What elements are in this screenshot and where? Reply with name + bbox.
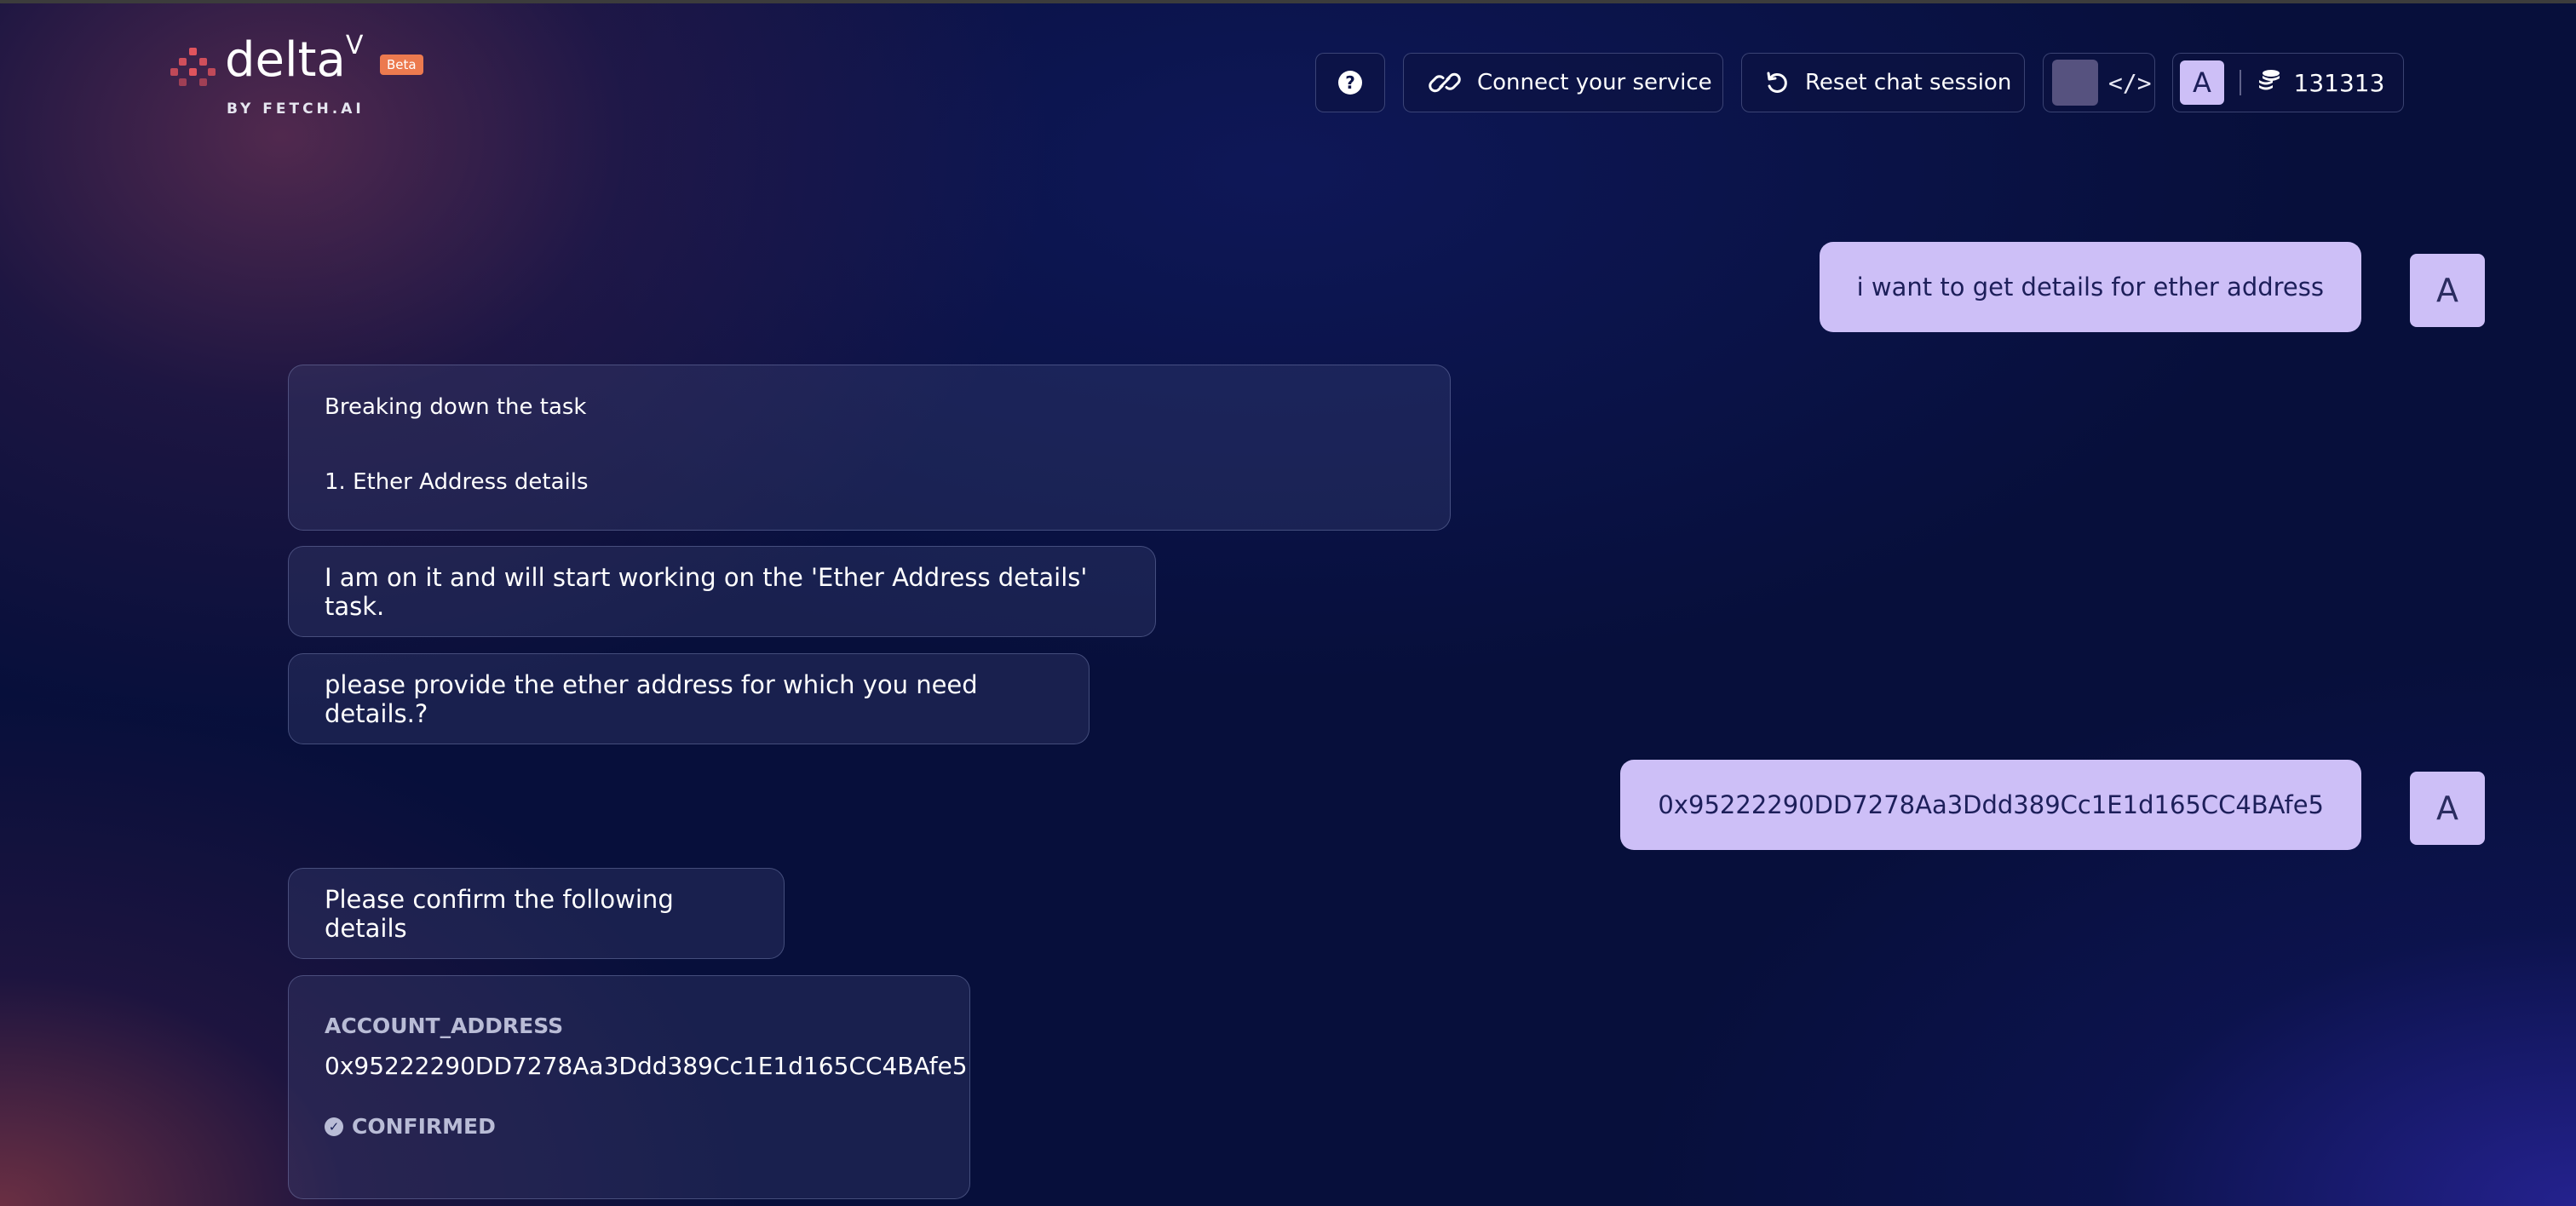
reset-chat-label: Reset chat session [1805, 70, 2012, 95]
agent-message: Please confirm the following details [288, 868, 785, 959]
account-credits-button[interactable]: A 131313 [2172, 53, 2404, 112]
user-message: 0x95222290DD7278Aa3Ddd389Cc1E1d165CC4BAf… [1620, 760, 2361, 850]
user-avatar: A [2410, 772, 2485, 845]
agent-message-text: please provide the ether address for whi… [325, 669, 978, 728]
reset-chat-button[interactable]: Reset chat session [1741, 53, 2025, 112]
link-icon [1428, 70, 1462, 95]
theme-swatch[interactable] [2052, 60, 2098, 106]
user-message-text: 0x95222290DD7278Aa3Ddd389Cc1E1d165CC4BAf… [1658, 790, 2324, 819]
brand-name: deltaV [225, 31, 364, 88]
user-avatar: A [2410, 254, 2485, 327]
user-message-text: i want to get details for ether address [1856, 273, 2324, 302]
field-label: ACCOUNT_ADDRESS [325, 1014, 564, 1038]
confirm-details-card: ACCOUNT_ADDRESS 0x95222290DD7278Aa3Ddd38… [288, 975, 970, 1199]
confirmed-label: CONFIRMED [352, 1114, 496, 1139]
coins-icon [2257, 67, 2282, 99]
credits-count: 131313 [2293, 68, 2385, 97]
task-breakdown-title: Breaking down the task [325, 394, 587, 420]
brand-logo[interactable]: deltaV Beta BY FETCH.AI [170, 31, 443, 124]
window-top-border [0, 0, 2576, 3]
account-divider [2240, 70, 2241, 95]
check-circle-icon: ✓ [325, 1117, 343, 1136]
beta-badge: Beta [380, 55, 423, 75]
task-breakdown-card: Breaking down the task 1. Ether Address … [288, 365, 1451, 531]
connect-service-label: Connect your service [1477, 70, 1712, 95]
task-breakdown-item: 1. Ether Address details [325, 469, 589, 495]
brand-superscript: V [345, 31, 364, 61]
agent-message: I am on it and will start working on the… [288, 546, 1156, 637]
agent-message: please provide the ether address for whi… [288, 653, 1090, 744]
refresh-icon [1764, 70, 1790, 95]
code-view-toggle[interactable]: </> [2043, 53, 2155, 112]
agent-message-text: Please confirm the following details [325, 884, 674, 943]
connect-service-button[interactable]: Connect your service [1403, 53, 1723, 112]
brand-byline: BY FETCH.AI [227, 100, 365, 118]
code-icon: </> [2108, 68, 2152, 97]
field-value: 0x95222290DD7278Aa3Ddd389Cc1E1d165CC4BAf… [325, 1052, 968, 1080]
agent-message-text: I am on it and will start working on the… [325, 562, 1088, 621]
user-message: i want to get details for ether address [1819, 242, 2361, 332]
help-button[interactable]: ? [1315, 53, 1385, 112]
fetch-logo-icon [170, 48, 216, 92]
help-icon: ? [1338, 71, 1362, 95]
confirmed-status: ✓ CONFIRMED [325, 1114, 934, 1139]
account-avatar[interactable]: A [2180, 60, 2224, 105]
